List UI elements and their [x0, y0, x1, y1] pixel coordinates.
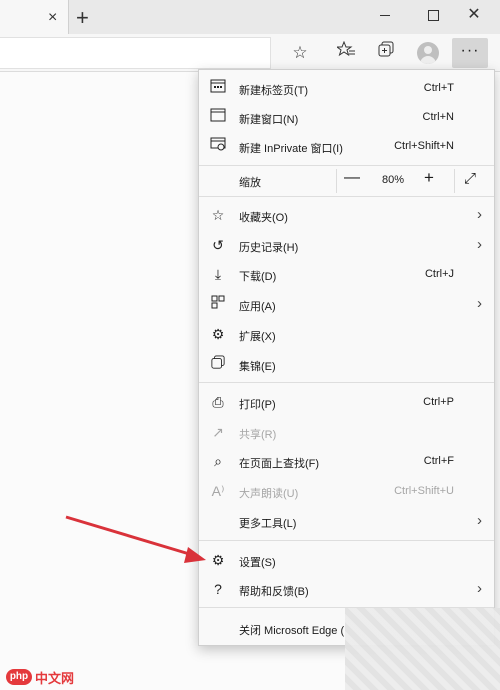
php-logo-badge: php [6, 669, 32, 685]
annotation-arrow [65, 515, 206, 563]
watermark-blur [345, 608, 500, 690]
site-name: 中文网 [35, 671, 75, 686]
